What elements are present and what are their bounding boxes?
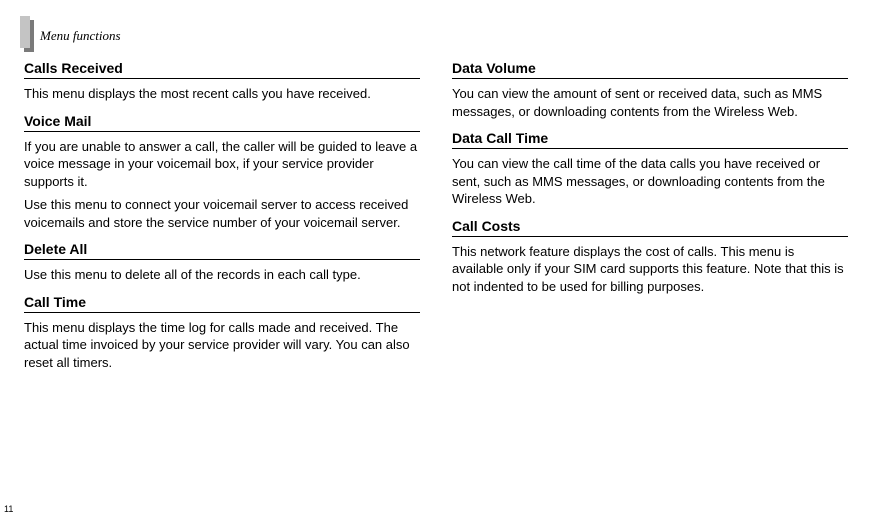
section-call-costs: Call Costs This network feature displays… <box>452 218 848 296</box>
section-title: Voice Mail <box>24 113 420 132</box>
section-body: Use this menu to delete all of the recor… <box>24 266 420 284</box>
section-body: This menu displays the most recent calls… <box>24 85 420 103</box>
paragraph: If you are unable to answer a call, the … <box>24 138 420 191</box>
section-body: You can view the amount of sent or recei… <box>452 85 848 120</box>
section-body: This network feature displays the cost o… <box>452 243 848 296</box>
header-accent-bar <box>24 20 34 52</box>
section-title: Calls Received <box>24 60 420 79</box>
paragraph: You can view the call time of the data c… <box>452 155 848 208</box>
section-data-call-time: Data Call Time You can view the call tim… <box>452 130 848 208</box>
section-calls-received: Calls Received This menu displays the mo… <box>24 60 420 103</box>
section-call-time: Call Time This menu displays the time lo… <box>24 294 420 372</box>
section-title: Data Volume <box>452 60 848 79</box>
paragraph: Use this menu to delete all of the recor… <box>24 266 420 284</box>
paragraph: Use this menu to connect your voicemail … <box>24 196 420 231</box>
header-title: Menu functions <box>40 28 121 44</box>
section-title: Data Call Time <box>452 130 848 149</box>
paragraph: This menu displays the most recent calls… <box>24 85 420 103</box>
content-columns: Calls Received This menu displays the mo… <box>24 60 848 381</box>
left-column: Calls Received This menu displays the mo… <box>24 60 420 381</box>
section-body: If you are unable to answer a call, the … <box>24 138 420 232</box>
paragraph: This network feature displays the cost o… <box>452 243 848 296</box>
section-title: Delete All <box>24 241 420 260</box>
section-title: Call Time <box>24 294 420 313</box>
paragraph: You can view the amount of sent or recei… <box>452 85 848 120</box>
section-voice-mail: Voice Mail If you are unable to answer a… <box>24 113 420 232</box>
section-body: You can view the call time of the data c… <box>452 155 848 208</box>
section-title: Call Costs <box>452 218 848 237</box>
page-number: 11 <box>4 504 13 514</box>
page-header: Menu functions <box>24 20 848 52</box>
paragraph: This menu displays the time log for call… <box>24 319 420 372</box>
right-column: Data Volume You can view the amount of s… <box>452 60 848 381</box>
section-body: This menu displays the time log for call… <box>24 319 420 372</box>
section-delete-all: Delete All Use this menu to delete all o… <box>24 241 420 284</box>
section-data-volume: Data Volume You can view the amount of s… <box>452 60 848 120</box>
